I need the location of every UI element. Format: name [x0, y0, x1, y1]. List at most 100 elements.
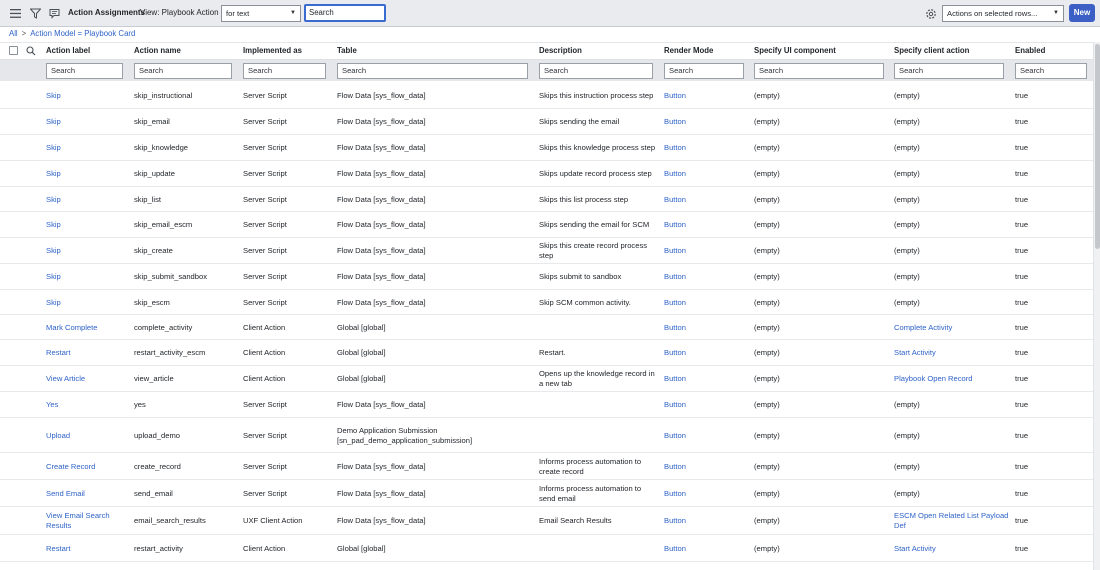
column-search-input[interactable]: Search — [894, 63, 1004, 79]
table-row[interactable]: Upload upload_demo Server Script Demo Appli… — [0, 418, 1093, 453]
table-row[interactable]: Skip skip_escm Server Script Flow Data [sys… — [0, 290, 1093, 315]
search-field-select[interactable]: for text ▼ — [221, 5, 301, 22]
column-search-input[interactable]: Search — [539, 63, 653, 79]
render-mode-link[interactable]: Button — [664, 348, 750, 358]
actions-select[interactable]: Actions on selected rows... ▼ — [942, 5, 1064, 22]
column-header-ui-component[interactable]: Specify UI component — [754, 46, 836, 55]
column-header-render-mode[interactable]: Render Mode — [664, 46, 713, 55]
table-row[interactable]: Yes yes Server Script Flow Data [sys_flow_d… — [0, 392, 1093, 418]
table-row[interactable]: Skip skip_create Server Script Flow Data [s… — [0, 238, 1093, 264]
action-name-cell: view_article — [134, 374, 174, 383]
render-mode-link[interactable]: Button — [664, 91, 750, 101]
implemented-as-cell: Server Script — [243, 297, 287, 307]
action-label-link[interactable]: Restart — [46, 544, 130, 554]
render-mode-link[interactable]: Button — [664, 169, 750, 179]
gear-icon[interactable] — [924, 7, 937, 20]
breadcrumb-filter[interactable]: Action Model = Playbook Card — [30, 29, 135, 38]
action-label-link[interactable]: Send Email — [46, 489, 130, 499]
action-label-link[interactable]: Skip — [46, 195, 130, 205]
table-row[interactable]: Skip skip_update Server Script Flow Data [s… — [0, 161, 1093, 187]
render-mode-link[interactable]: Button — [664, 489, 750, 499]
column-search-input[interactable]: Search — [1015, 63, 1087, 79]
render-mode-link[interactable]: Button — [664, 195, 750, 205]
action-label-link[interactable]: Create Record — [46, 462, 130, 472]
render-mode-link[interactable]: Button — [664, 298, 750, 308]
action-label-link[interactable]: Upload — [46, 431, 130, 441]
table-row[interactable]: Skip skip_instructional Server Script Flow … — [0, 82, 1093, 109]
render-mode-link[interactable]: Button — [664, 544, 750, 554]
new-button[interactable]: New — [1069, 4, 1095, 22]
column-search-input[interactable]: Search — [664, 63, 744, 79]
column-search-input[interactable]: Search — [46, 63, 123, 79]
render-mode-link[interactable]: Button — [664, 220, 750, 230]
search-field-value: for text — [226, 9, 250, 18]
select-all-checkbox[interactable] — [9, 46, 18, 55]
column-header-description[interactable]: Description — [539, 46, 582, 55]
table-row[interactable]: Skip skip_email Server Script Flow Data [sy… — [0, 109, 1093, 135]
client-action-link[interactable]: Complete Activity — [894, 323, 1012, 333]
action-label-link[interactable]: View Email Search Results — [46, 511, 130, 531]
action-label-link[interactable]: Skip — [46, 272, 130, 282]
table-row[interactable]: Skip skip_email_escm Server Script Flow Dat… — [0, 212, 1093, 238]
vertical-scrollbar[interactable] — [1093, 42, 1100, 570]
table-row[interactable]: View Email Search Results email_search_re… — [0, 507, 1093, 535]
filter-icon[interactable] — [29, 7, 42, 20]
table-row[interactable]: Send Email send_email Server Script Flow Da… — [0, 480, 1093, 507]
render-mode-link[interactable]: Button — [664, 431, 750, 441]
scrollbar-thumb[interactable] — [1095, 44, 1100, 249]
column-header-enabled[interactable]: Enabled — [1015, 46, 1045, 55]
table-row[interactable]: Mark Complete complete_activity Client Act… — [0, 315, 1093, 340]
table-row[interactable]: Skip skip_list Server Script Flow Data [sys… — [0, 187, 1093, 212]
breadcrumb-all[interactable]: All — [9, 29, 18, 38]
search-icon[interactable] — [24, 44, 37, 57]
table-row[interactable]: Restart restart_activity_escm Client Actio… — [0, 340, 1093, 366]
table-cell: Global [global] — [337, 374, 386, 383]
render-mode-link[interactable]: Button — [664, 462, 750, 472]
column-header-implemented-as[interactable]: Implemented as — [243, 46, 302, 55]
client-action-link[interactable]: Playbook Open Record — [894, 374, 1012, 384]
client-action-link[interactable]: Start Activity — [894, 348, 1012, 358]
column-header-table[interactable]: Table — [337, 46, 357, 55]
search-input[interactable]: Search — [304, 4, 386, 22]
action-label-link[interactable]: Skip — [46, 220, 130, 230]
action-label-link[interactable]: Skip — [46, 117, 130, 127]
column-search-input[interactable]: Search — [134, 63, 232, 79]
table-row[interactable]: Restart restart_activity Client Action Glob… — [0, 535, 1093, 562]
client-action-link[interactable]: ESCM Open Related List Payload Def — [894, 511, 1012, 531]
render-mode-link[interactable]: Button — [664, 323, 750, 333]
view-label[interactable]: View: Playbook Action — [140, 8, 219, 17]
enabled-cell: true — [1015, 220, 1029, 229]
column-search-input[interactable]: Search — [337, 63, 528, 79]
action-label-link[interactable]: Skip — [46, 91, 130, 101]
action-label-link[interactable]: View Article — [46, 374, 130, 384]
table-row[interactable]: Skip skip_knowledge Server Script Flow Data… — [0, 135, 1093, 161]
table-row[interactable]: Skip skip_submit_sandbox Server Script Flow… — [0, 264, 1093, 290]
column-header-action-name[interactable]: Action name — [134, 46, 181, 55]
action-label-link[interactable]: Skip — [46, 298, 130, 308]
render-mode-link[interactable]: Button — [664, 117, 750, 127]
render-mode-link[interactable]: Button — [664, 516, 750, 526]
enabled-cell: true — [1015, 297, 1029, 307]
action-label-link[interactable]: Restart — [46, 348, 130, 358]
action-label-link[interactable]: Skip — [46, 169, 130, 179]
hamburger-menu-icon[interactable] — [9, 7, 22, 20]
render-mode-link[interactable]: Button — [664, 374, 750, 384]
render-mode-link[interactable]: Button — [664, 272, 750, 282]
column-search-input[interactable]: Search — [243, 63, 326, 79]
render-mode-link[interactable]: Button — [664, 400, 750, 410]
column-search-input[interactable]: Search — [754, 63, 884, 79]
description-cell: Email Search Results — [539, 516, 612, 525]
table-row[interactable]: Create Record create_record Server Script F… — [0, 453, 1093, 480]
client-action-cell: (empty) — [894, 272, 920, 281]
table-row[interactable]: View Article view_article Client Action Glo… — [0, 366, 1093, 392]
render-mode-link[interactable]: Button — [664, 246, 750, 256]
render-mode-link[interactable]: Button — [664, 143, 750, 153]
chat-bubble-icon[interactable] — [48, 7, 61, 20]
action-label-link[interactable]: Skip — [46, 143, 130, 153]
action-label-link[interactable]: Skip — [46, 246, 130, 256]
column-header-client-action[interactable]: Specify client action — [894, 46, 969, 55]
action-label-link[interactable]: Mark Complete — [46, 323, 130, 333]
column-header-action-label[interactable]: Action label — [46, 46, 90, 55]
action-label-link[interactable]: Yes — [46, 400, 130, 410]
client-action-link[interactable]: Start Activity — [894, 544, 1012, 554]
